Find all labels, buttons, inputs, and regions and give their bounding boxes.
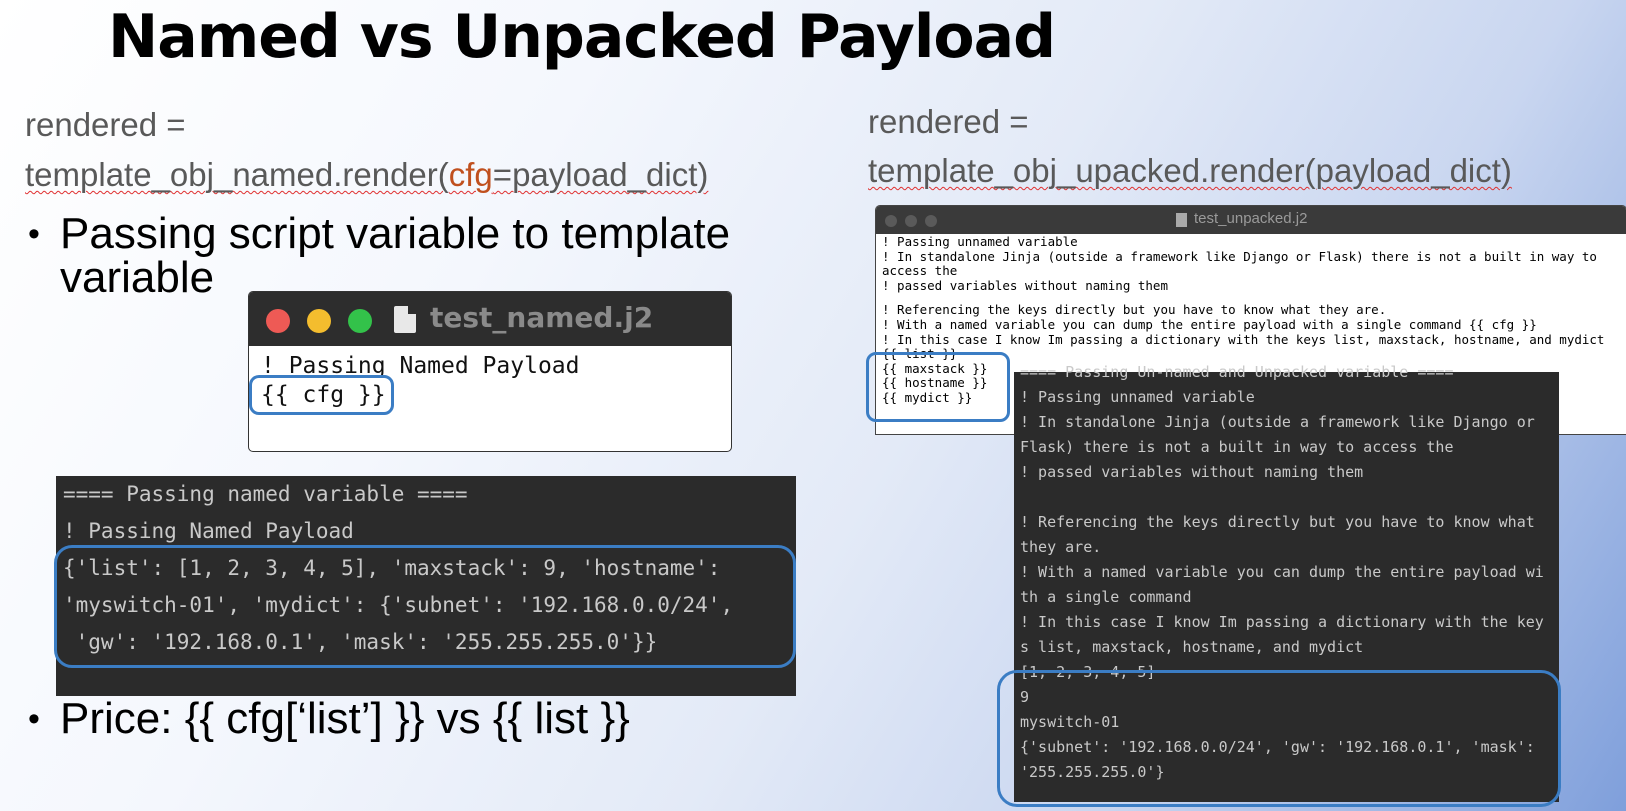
left-code-call: template_obj_named.render(cfg=payload_di…	[25, 150, 708, 200]
close-window-icon[interactable]	[885, 215, 897, 227]
right-code-call: template_obj_upacked.render(payload_dict…	[868, 146, 1512, 196]
terminal-line: they are.	[1020, 538, 1102, 556]
left-code-prefix: rendered =	[25, 106, 186, 143]
template-line: ! In this case I know Im passing a dicti…	[882, 331, 1605, 347]
highlight-box	[997, 670, 1561, 807]
bullet2-text: Price: {{ cfg[‘list’] }} vs {{ list }}	[60, 694, 630, 743]
terminal-line: ==== Passing named variable ====	[63, 482, 468, 506]
bullet-dot: •	[28, 215, 40, 253]
template-line: ! passed variables without naming them	[882, 277, 1168, 293]
window-filename: test_named.j2	[430, 301, 654, 334]
bullet1-line2: variable	[60, 253, 215, 302]
left-code-keyword: cfg	[448, 156, 493, 193]
template-line: ! With a named variable you can dump the…	[882, 316, 1537, 332]
terminal-line: Flask) there is not a built in way to ac…	[1020, 438, 1454, 456]
bullet-dot: •	[28, 700, 40, 738]
maximize-window-icon[interactable]	[925, 215, 937, 227]
minimize-window-icon[interactable]	[307, 309, 331, 333]
terminal-line: ! In this case I know Im passing a dicti…	[1020, 613, 1544, 631]
highlight-box	[249, 375, 394, 415]
file-icon	[394, 306, 416, 333]
bullet1-line1: Passing script variable to template	[60, 209, 731, 258]
template-line: access the	[882, 263, 958, 279]
template-line: ! Referencing the keys directly but you …	[882, 302, 1387, 318]
left-code-call-b: =payload_dict)	[492, 156, 709, 193]
right-code-call-text: template_obj_upacked.render(payload_dict…	[868, 152, 1512, 189]
terminal-line: ! passed variables without naming them	[1020, 463, 1364, 481]
terminal-line: ! In standalone Jinja (outside a framewo…	[1020, 413, 1535, 431]
minimize-window-icon[interactable]	[905, 215, 917, 227]
template-line: ! In standalone Jinja (outside a framewo…	[882, 248, 1597, 264]
terminal-line: ! Referencing the keys directly but you …	[1020, 513, 1535, 531]
window-titlebar: test_named.j2	[249, 292, 731, 346]
window-filename: test_unpacked.j2	[1194, 210, 1308, 227]
maximize-window-icon[interactable]	[348, 309, 372, 333]
terminal-line: ==== Passing Un-named and Unpacked varia…	[1020, 363, 1454, 381]
slide-title: Named vs Unpacked Payload	[108, 2, 1056, 72]
terminal-line: s list, maxstack, hostname, and mydict	[1020, 638, 1364, 656]
close-window-icon[interactable]	[266, 309, 290, 333]
file-icon	[1176, 213, 1187, 227]
highlight-box	[866, 352, 1010, 422]
terminal-line: th a single command	[1020, 588, 1192, 606]
left-code-call-a: template_obj_named.render(	[25, 156, 449, 193]
template-line: ! Passing unnamed variable	[882, 234, 1078, 249]
terminal-line: ! With a named variable you can dump the…	[1020, 563, 1544, 581]
named-template-window: test_named.j2 ! Passing Named Payload {{…	[249, 292, 731, 451]
right-code-prefix: rendered =	[868, 103, 1029, 140]
window-titlebar: test_unpacked.j2	[876, 206, 1626, 234]
terminal-line: ! Passing unnamed variable	[1020, 388, 1255, 406]
highlight-box	[54, 545, 796, 668]
